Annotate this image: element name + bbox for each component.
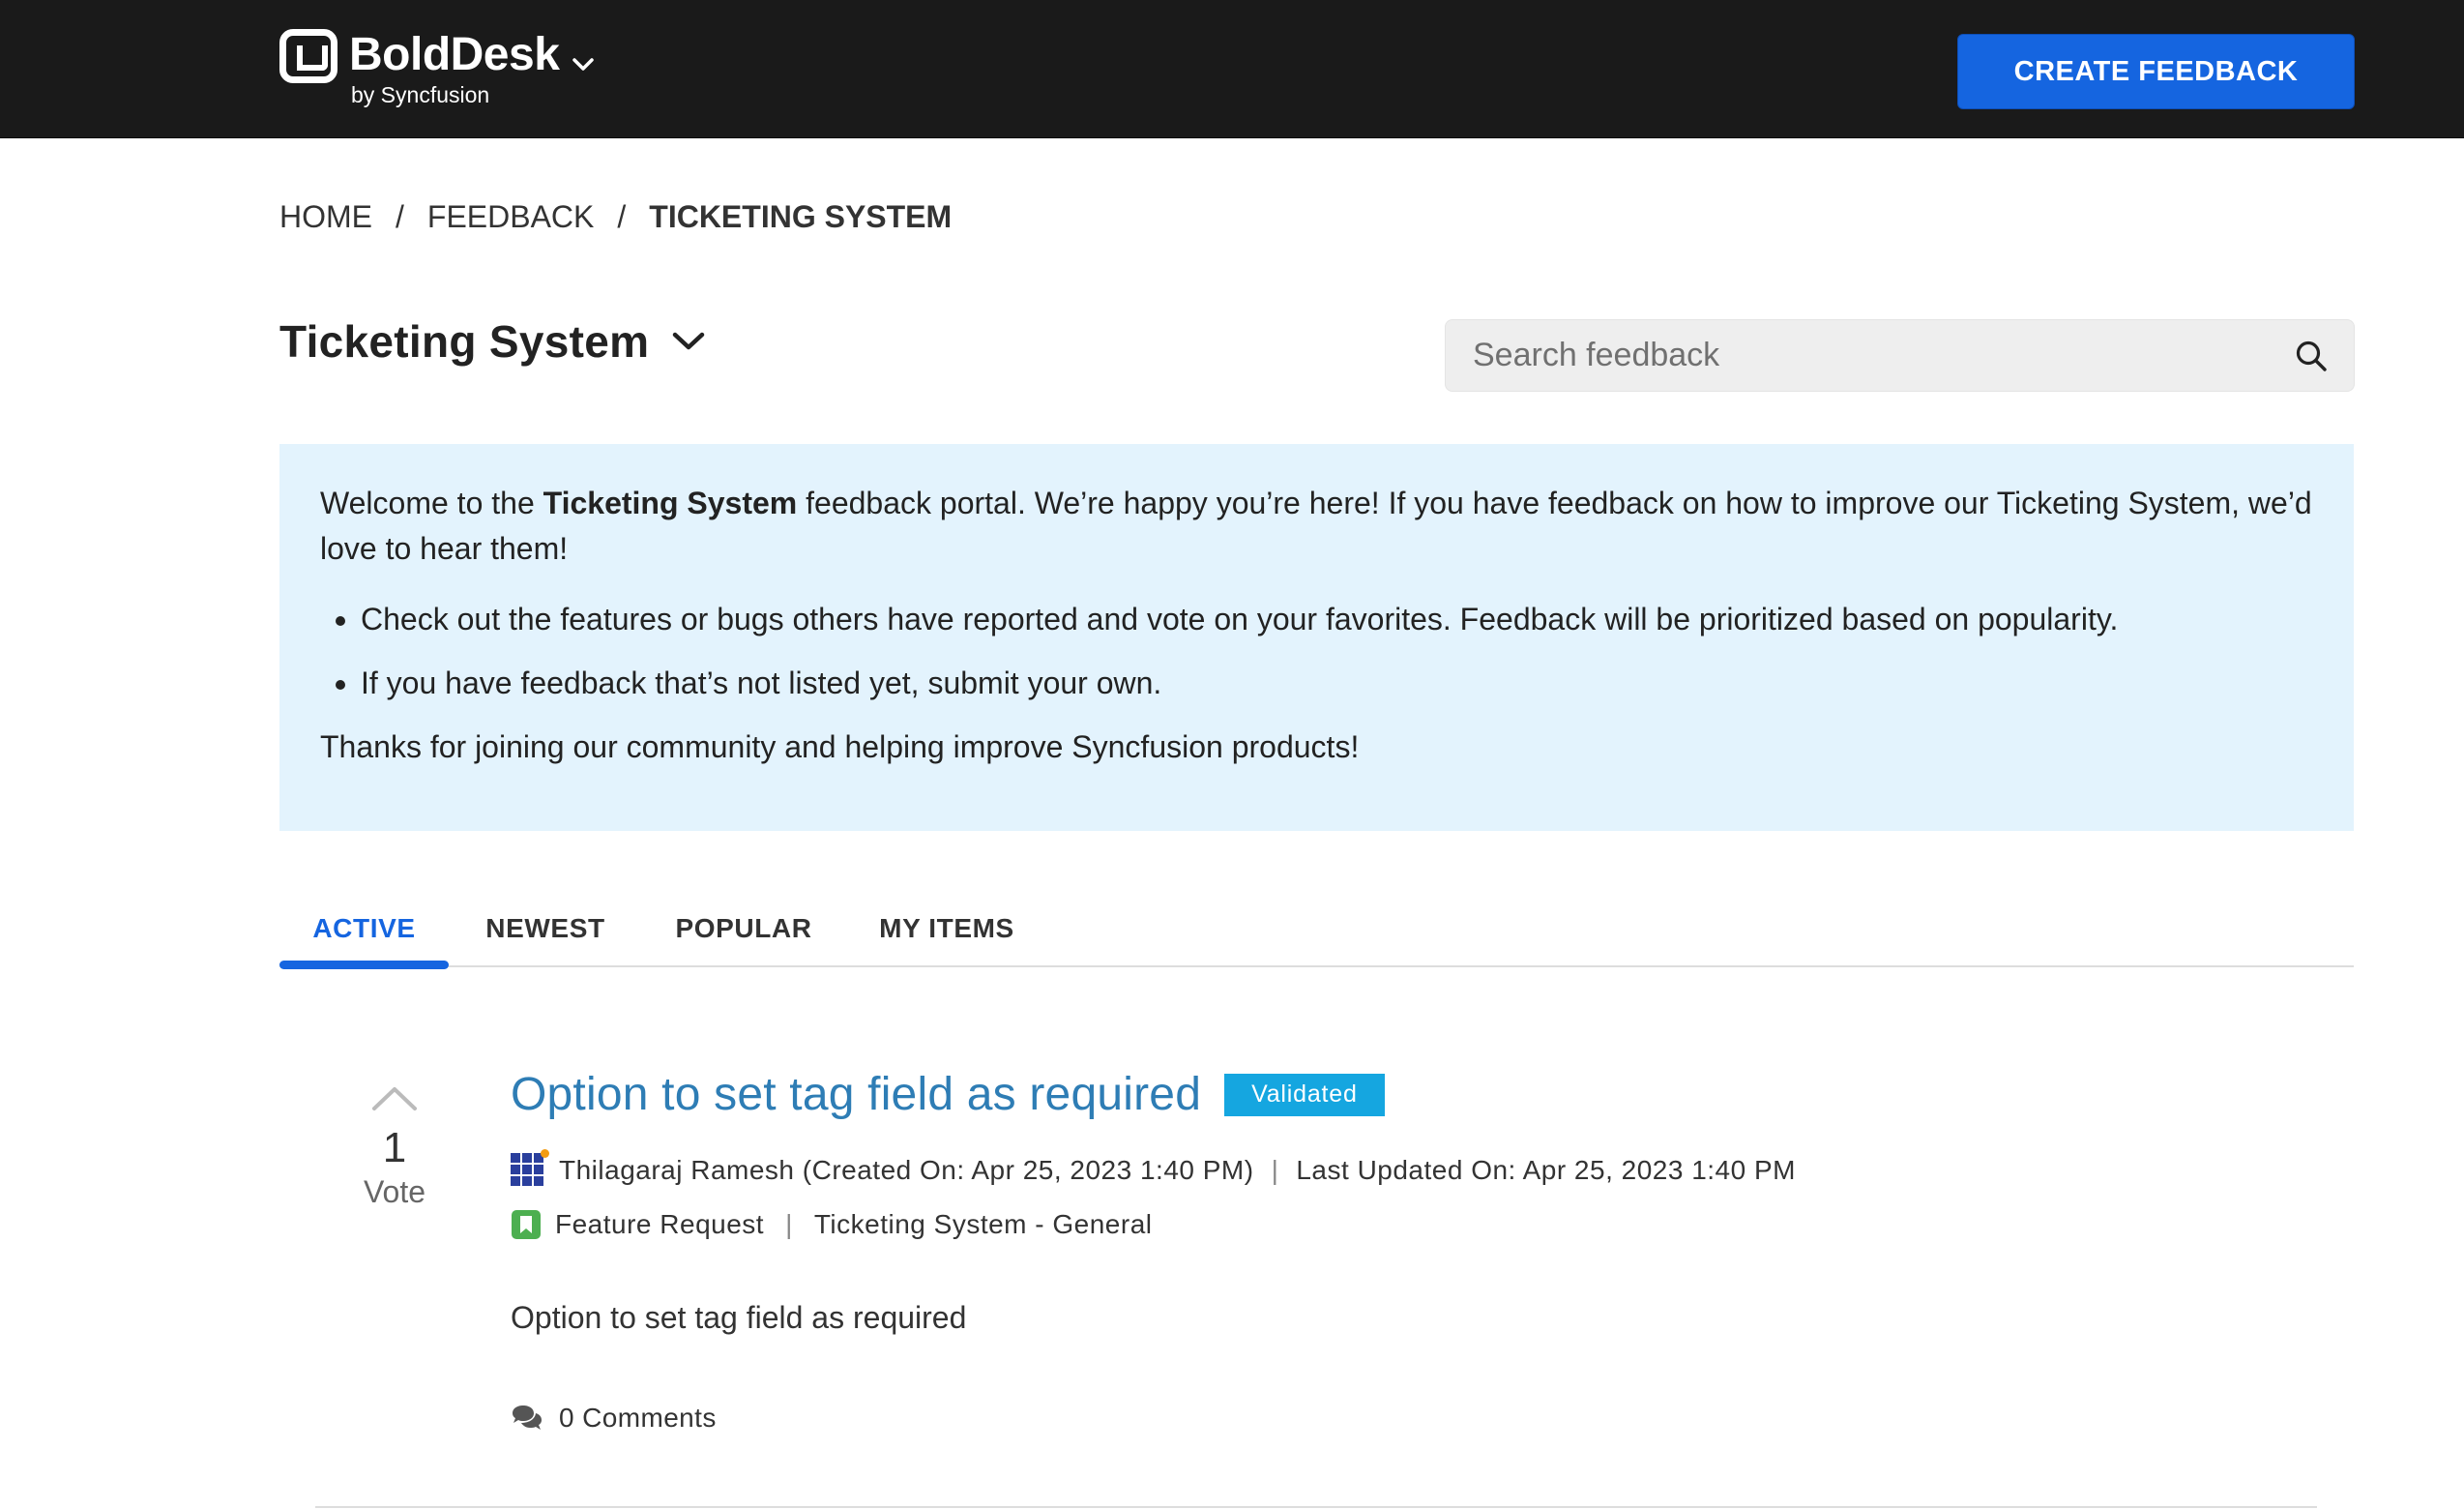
welcome-bullets: Check out the features or bugs others ha… xyxy=(320,597,2313,705)
welcome-intro-text: Welcome to the xyxy=(320,486,543,520)
welcome-bullet: If you have feedback that’s not listed y… xyxy=(361,661,2313,705)
breadcrumb-current: TICKETING SYSTEM xyxy=(649,199,953,234)
feedback-type: Feature Request xyxy=(555,1209,765,1239)
feedback-item-header: Option to set tag field as required Vali… xyxy=(511,1068,1385,1121)
feedback-description: Option to set tag field as required xyxy=(511,1300,967,1335)
feedback-title-link[interactable]: Option to set tag field as required xyxy=(511,1068,1201,1121)
welcome-intro: Welcome to the Ticketing System feedback… xyxy=(320,481,2313,572)
welcome-bullet: Check out the features or bugs others ha… xyxy=(361,597,2313,641)
feedback-category-meta: Feature Request | Ticketing System - Gen… xyxy=(511,1209,1153,1240)
welcome-panel: Welcome to the Ticketing System feedback… xyxy=(279,444,2354,831)
last-updated: Last Updated On: Apr 25, 2023 1:40 PM xyxy=(1296,1155,1796,1185)
chevron-down-icon[interactable] xyxy=(572,58,595,72)
bookmark-icon xyxy=(512,1210,541,1239)
item-divider xyxy=(315,1506,2317,1508)
meta-separator: | xyxy=(785,1209,793,1239)
search-box xyxy=(1445,319,2355,392)
product-selector[interactable]: Ticketing System xyxy=(279,315,705,368)
bolddesk-logo-icon xyxy=(279,29,337,83)
page-title: Ticketing System xyxy=(279,316,650,367)
brand-logo[interactable]: BoldDesk by Syncfusion xyxy=(279,29,595,107)
feedback-tabs: ACTIVE NEWEST POPULAR MY ITEMS xyxy=(279,890,2354,969)
feedback-category: Ticketing System - General xyxy=(813,1209,1153,1239)
brand-subtitle: by Syncfusion xyxy=(351,82,490,107)
chevron-up-icon[interactable] xyxy=(370,1081,419,1114)
brand-name: BoldDesk xyxy=(349,29,560,80)
comments-icon xyxy=(513,1405,542,1430)
breadcrumb-feedback[interactable]: FEEDBACK xyxy=(427,199,594,235)
tab-active[interactable]: ACTIVE xyxy=(279,890,449,969)
tab-newest[interactable]: NEWEST xyxy=(449,890,642,967)
status-badge: Validated xyxy=(1224,1073,1385,1116)
chevron-down-icon xyxy=(673,332,705,350)
breadcrumb-home[interactable]: HOME xyxy=(279,199,372,235)
tab-popular[interactable]: POPULAR xyxy=(642,890,845,967)
breadcrumb-separator: / xyxy=(396,199,404,234)
breadcrumb-separator: / xyxy=(617,199,627,234)
feedback-meta: Thilagaraj Ramesh (Created On: Apr 25, 2… xyxy=(511,1149,1796,1188)
search-input[interactable] xyxy=(1446,320,2294,391)
vote-widget: 1 Vote xyxy=(334,1081,455,1210)
top-navigation-bar: BoldDesk by Syncfusion CREATE FEEDBACK xyxy=(0,0,2464,138)
welcome-thanks: Thanks for joining our community and hel… xyxy=(320,729,1360,764)
comments-link[interactable]: 0 Comments xyxy=(511,1403,717,1434)
comments-count: 0 Comments xyxy=(559,1403,717,1433)
vote-label: Vote xyxy=(363,1174,426,1209)
vote-count: 1 xyxy=(382,1124,407,1171)
search-icon[interactable] xyxy=(2294,339,2329,373)
welcome-intro-bold: Ticketing System xyxy=(543,486,798,520)
grid-avatar-icon xyxy=(511,1149,549,1188)
meta-separator: | xyxy=(1271,1155,1279,1185)
author-created: Thilagaraj Ramesh (Created On: Apr 25, 2… xyxy=(559,1155,1254,1185)
tab-my-items[interactable]: MY ITEMS xyxy=(845,890,1048,967)
create-feedback-button[interactable]: CREATE FEEDBACK xyxy=(1957,34,2355,109)
brand-text: BoldDesk by Syncfusion xyxy=(349,29,560,107)
breadcrumb: HOME / FEEDBACK / TICKETING SYSTEM xyxy=(279,199,952,235)
